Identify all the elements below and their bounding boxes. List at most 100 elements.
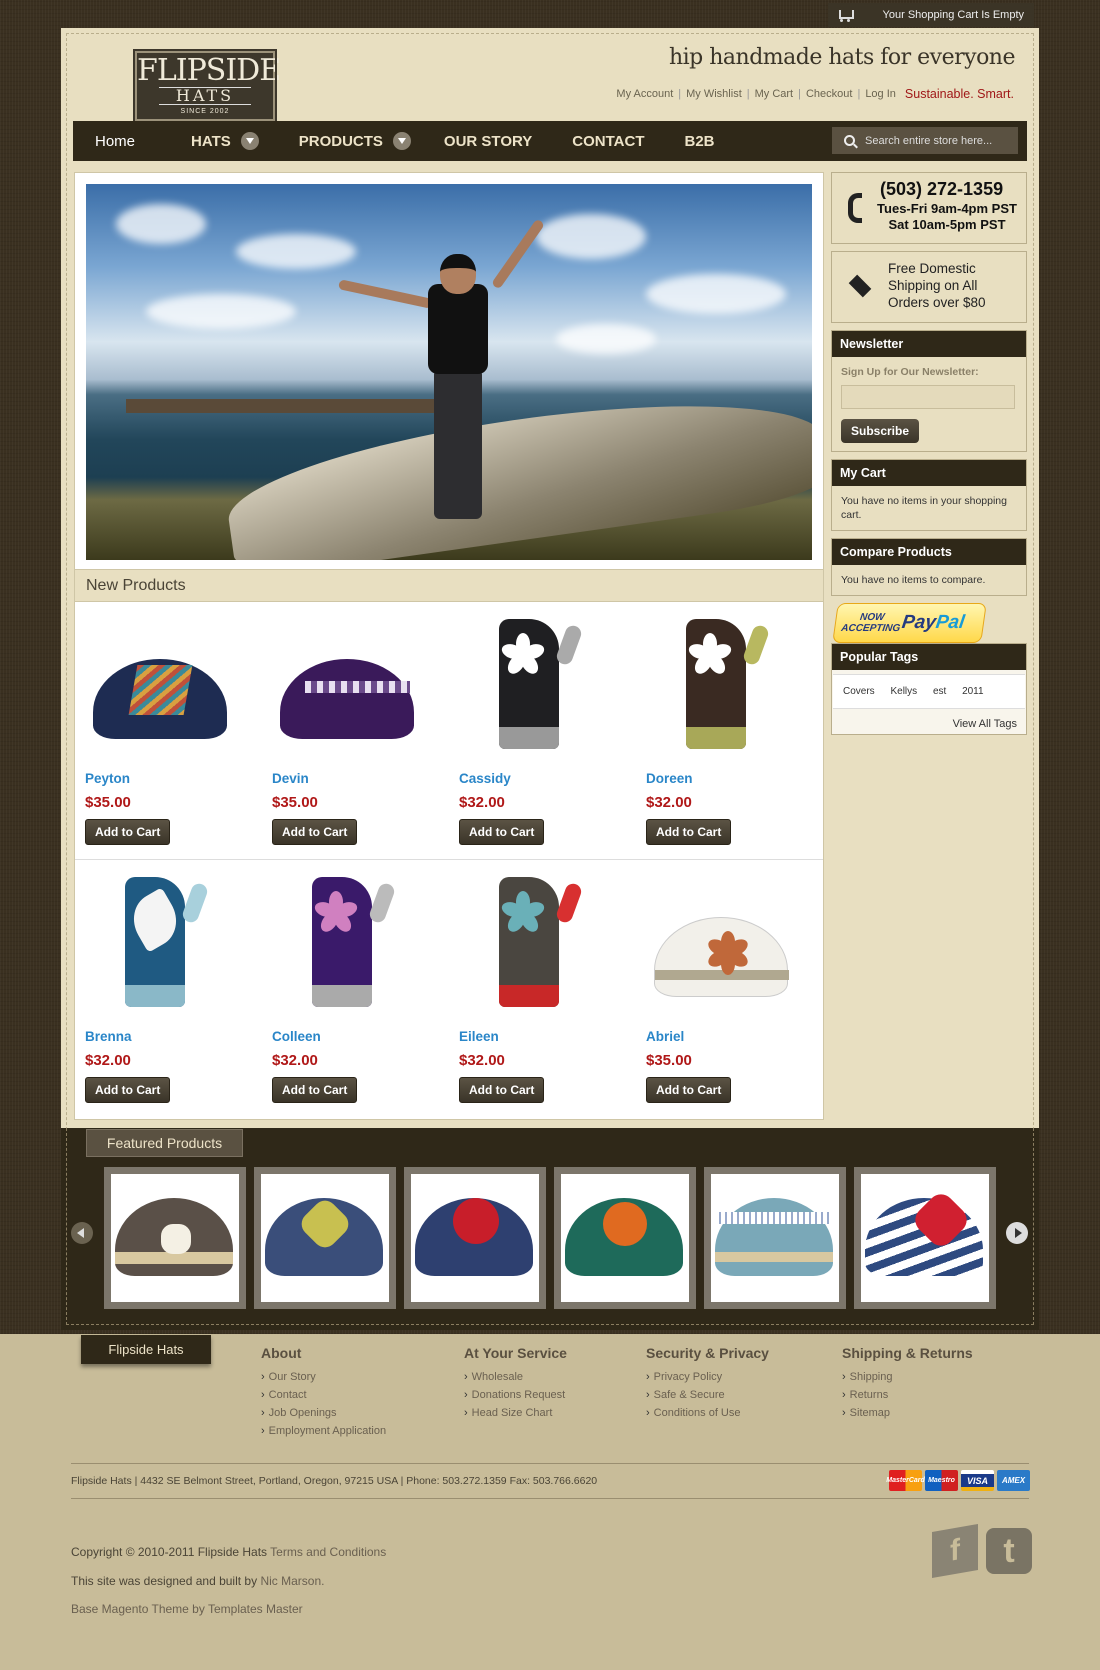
facebook-icon[interactable]: f <box>932 1523 978 1579</box>
tag-link[interactable]: Covers <box>843 686 875 697</box>
add-to-cart-button[interactable]: Add to Cart <box>459 1077 545 1103</box>
account-links: My Account | My Wishlist | My Cart | Checko… <box>616 87 1014 101</box>
featured-products-heading: Featured Products <box>86 1129 243 1157</box>
product-image[interactable] <box>85 609 235 759</box>
add-to-cart-button[interactable]: Add to Cart <box>646 1077 732 1103</box>
nav-b2b[interactable]: B2B <box>685 121 715 161</box>
product-price: $32.00 <box>646 794 692 811</box>
product-name[interactable]: Peyton <box>85 771 255 786</box>
featured-product-image <box>711 1174 839 1302</box>
add-to-cart-button[interactable]: Add to Cart <box>85 819 171 845</box>
login-link[interactable]: Log In <box>865 88 896 100</box>
popular-tags-box: Popular Tags Covers Kellys est 2011 View… <box>831 643 1027 735</box>
featured-product[interactable] <box>704 1167 846 1309</box>
designer-link[interactable]: Nic Marson. <box>260 1574 324 1588</box>
tags-title: Popular Tags <box>832 644 1026 670</box>
chevron-down-icon[interactable] <box>392 132 411 150</box>
featured-product[interactable] <box>554 1167 696 1309</box>
carousel-prev-arrow-icon[interactable] <box>71 1222 93 1244</box>
checkout-link[interactable]: Checkout <box>806 88 852 100</box>
footer-link[interactable]: Our Story <box>261 1371 386 1383</box>
twitter-icon[interactable]: t <box>986 1528 1032 1574</box>
footer-link[interactable]: Job Openings <box>261 1407 386 1419</box>
product-name[interactable]: Doreen <box>646 771 816 786</box>
my-cart-link[interactable]: My Cart <box>755 88 794 100</box>
add-to-cart-button[interactable]: Add to Cart <box>272 819 358 845</box>
site-tagline: hip handmade hats for everyone <box>668 45 1016 70</box>
maestro-icon: Maestro <box>925 1470 958 1491</box>
footer-link[interactable]: Safe & Secure <box>646 1389 769 1401</box>
footer-link[interactable]: Donations Request <box>464 1389 567 1401</box>
theme-credit[interactable]: Base Magento Theme by Templates Master <box>71 1595 386 1624</box>
phone-number[interactable]: (503) 272-1359 <box>880 179 1003 200</box>
product-name[interactable]: Cassidy <box>459 771 629 786</box>
product-image[interactable] <box>272 609 422 759</box>
nav-hats[interactable]: HATS <box>191 121 259 161</box>
my-wishlist-link[interactable]: My Wishlist <box>686 88 742 100</box>
newsletter-title: Newsletter <box>832 331 1026 357</box>
product-name[interactable]: Eileen <box>459 1029 629 1044</box>
product-image[interactable] <box>646 867 796 1017</box>
footer-link[interactable]: Shipping <box>842 1371 973 1383</box>
product-card: Colleen $32.00 Add to Cart <box>272 867 442 1103</box>
product-image[interactable] <box>459 867 609 1017</box>
footer-link[interactable]: Returns <box>842 1389 973 1401</box>
product-name[interactable]: Devin <box>272 771 442 786</box>
footer-link[interactable]: Wholesale <box>464 1371 567 1383</box>
footer-link[interactable]: Privacy Policy <box>646 1371 769 1383</box>
new-products-heading: New Products <box>75 569 823 602</box>
cart-status-bar[interactable]: Your Shopping Cart Is Empty <box>828 3 1034 27</box>
add-to-cart-button[interactable]: Add to Cart <box>646 819 732 845</box>
my-account-link[interactable]: My Account <box>616 88 673 100</box>
carousel-next-arrow-icon[interactable] <box>1006 1222 1028 1244</box>
footer-link[interactable]: Head Size Chart <box>464 1407 567 1419</box>
product-price: $35.00 <box>272 794 318 811</box>
nav-our-story[interactable]: OUR STORY <box>444 121 532 161</box>
phone-hours-sat: Sat 10am-5pm PST <box>888 217 1006 232</box>
product-image[interactable] <box>646 609 796 759</box>
featured-product-image <box>861 1174 989 1302</box>
featured-product-image <box>561 1174 689 1302</box>
add-to-cart-button[interactable]: Add to Cart <box>85 1077 171 1103</box>
product-name[interactable]: Colleen <box>272 1029 442 1044</box>
featured-product[interactable] <box>854 1167 996 1309</box>
main-content: New Products Peyton $35.00 Add to Cart D… <box>74 172 824 1120</box>
footer-link[interactable]: Contact <box>261 1389 386 1401</box>
featured-product[interactable] <box>104 1167 246 1309</box>
footer-link[interactable]: Sitemap <box>842 1407 973 1419</box>
product-image[interactable] <box>459 609 609 759</box>
featured-product[interactable] <box>254 1167 396 1309</box>
search-input[interactable]: Search entire store here... <box>832 127 1018 154</box>
tag-link[interactable]: est <box>933 686 946 697</box>
nav-contact[interactable]: CONTACT <box>572 121 644 161</box>
mini-cart-title: My Cart <box>832 460 1026 486</box>
logo-line3: SINCE 2002 <box>180 108 230 115</box>
subscribe-button[interactable]: Subscribe <box>841 419 920 443</box>
add-to-cart-button[interactable]: Add to Cart <box>272 1077 358 1103</box>
product-image[interactable] <box>85 867 235 1017</box>
tag-link[interactable]: 2011 <box>962 686 984 697</box>
product-image[interactable] <box>272 867 422 1017</box>
product-name[interactable]: Brenna <box>85 1029 255 1044</box>
footer-column-security: Security & Privacy Privacy Policy Safe &… <box>646 1345 769 1425</box>
footer-link[interactable]: Employment Application <box>261 1425 386 1437</box>
view-all-tags-link[interactable]: View All Tags <box>832 713 1026 734</box>
chevron-down-icon[interactable] <box>240 132 259 150</box>
site-logo[interactable]: FLIPSIDE HATS SINCE 2002 <box>133 49 281 123</box>
mastercard-icon: MasterCard <box>886 1470 925 1491</box>
hero-banner-image[interactable] <box>86 184 812 560</box>
footer-brand-tab: Flipside Hats <box>81 1335 211 1364</box>
newsletter-email-field[interactable] <box>841 385 1015 409</box>
nav-products[interactable]: PRODUCTS <box>299 121 411 161</box>
nav-home[interactable]: Home <box>95 121 135 161</box>
payment-cards: MasterCard Maestro VISA AMEX <box>886 1470 1030 1491</box>
product-name[interactable]: Abriel <box>646 1029 816 1044</box>
product-price: $32.00 <box>272 1052 318 1069</box>
footer-link[interactable]: Conditions of Use <box>646 1407 769 1419</box>
add-to-cart-button[interactable]: Add to Cart <box>459 819 545 845</box>
terms-link[interactable]: Terms and Conditions <box>270 1545 386 1559</box>
footer-copyright: Copyright © 2010-2011 Flipside Hats Term… <box>71 1538 386 1624</box>
shipping-text: Free Domestic <box>888 261 976 276</box>
tag-link[interactable]: Kellys <box>890 686 917 697</box>
featured-product[interactable] <box>404 1167 546 1309</box>
